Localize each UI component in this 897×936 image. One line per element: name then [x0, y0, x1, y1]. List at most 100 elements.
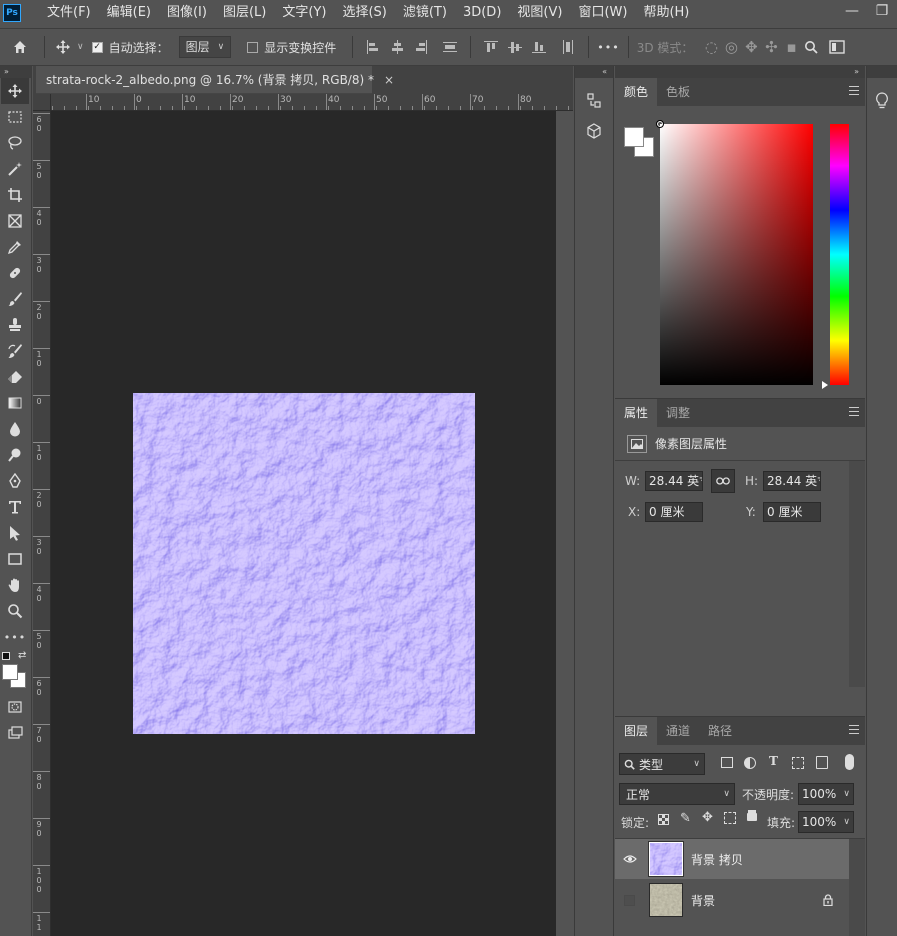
menu-file[interactable]: 文件(F) [39, 0, 99, 26]
distribute-vertical-icon[interactable] [561, 40, 575, 54]
panel-menu-icon[interactable] [849, 725, 859, 737]
close-tab-icon[interactable]: × [384, 73, 394, 87]
menu-help[interactable]: 帮助(H) [635, 0, 697, 26]
eyedropper-tool[interactable] [1, 234, 29, 260]
tab-swatches[interactable]: 色板 [657, 78, 699, 106]
swap-colors-icon[interactable]: ⇄ [18, 650, 26, 661]
link-dimensions-icon[interactable] [711, 469, 735, 493]
home-icon[interactable] [10, 37, 30, 57]
quick-mask-icon[interactable] [1, 694, 29, 720]
menu-3d[interactable]: 3D(D) [455, 0, 509, 26]
menu-filter[interactable]: 滤镜(T) [395, 0, 455, 26]
brush-tool[interactable] [1, 286, 29, 312]
panel-menu-icon[interactable] [849, 407, 859, 419]
eraser-tool[interactable] [1, 364, 29, 390]
horizontal-ruler[interactable]: 10 0 10 20 30 40 50 60 70 80 [51, 94, 573, 111]
width-input[interactable]: 28.44 英寸 [645, 471, 703, 491]
lock-all-icon[interactable] [747, 813, 757, 821]
align-hcenter-icon[interactable] [390, 40, 404, 54]
foreground-color-swatch[interactable] [2, 664, 18, 680]
lock-artboard-icon[interactable] [724, 812, 736, 824]
history-panel-icon[interactable] [575, 86, 613, 116]
slide-3d-icon[interactable]: ✣ [761, 37, 781, 57]
vertical-ruler[interactable]: 605040302010010203040506070809010011 [33, 111, 51, 936]
canvas-area[interactable] [51, 111, 556, 936]
color-picker-marker[interactable] [656, 120, 664, 128]
tab-color[interactable]: 颜色 [615, 78, 658, 106]
visibility-toggle-empty[interactable] [624, 895, 635, 906]
pan-3d-icon[interactable]: ✥ [741, 37, 761, 57]
edit-toolbar-icon[interactable]: ••• [1, 624, 29, 650]
3d-panel-icon[interactable] [575, 116, 613, 146]
properties-scrollbar[interactable] [849, 461, 865, 687]
healing-brush-tool[interactable] [1, 260, 29, 286]
layer-thumbnail[interactable] [649, 883, 683, 917]
screen-mode-icon[interactable] [1, 720, 29, 746]
x-position-input[interactable]: 0 厘米 [645, 502, 703, 522]
distribute-icon[interactable] [443, 40, 458, 54]
height-input[interactable]: 28.44 英寸 [763, 471, 821, 491]
lock-transparent-icon[interactable] [658, 814, 669, 825]
layer-name[interactable]: 背景 [691, 892, 715, 909]
hand-tool[interactable] [1, 572, 29, 598]
menu-window[interactable]: 窗口(W) [570, 0, 635, 26]
tab-paths[interactable]: 路径 [699, 717, 741, 745]
menu-edit[interactable]: 编辑(E) [99, 0, 159, 26]
tab-channels[interactable]: 通道 [657, 717, 699, 745]
roll-3d-icon[interactable]: ◎ [721, 37, 741, 57]
layer-filter-dropdown[interactable]: 类型 ∨ [619, 753, 705, 775]
filter-shape-icon[interactable] [792, 757, 804, 769]
tab-adjustments[interactable]: 调整 [657, 399, 699, 427]
visibility-eye-icon[interactable] [623, 854, 637, 864]
filter-adjustment-icon[interactable] [744, 757, 756, 769]
layers-scrollbar[interactable] [849, 839, 865, 936]
collapse-strip-icon[interactable]: « [575, 66, 613, 78]
marquee-tool[interactable] [1, 104, 29, 130]
orbit-3d-icon[interactable]: ◌ [701, 37, 721, 57]
move-tool[interactable] [1, 78, 29, 104]
opacity-input[interactable]: 100% ∨ [798, 783, 854, 805]
menu-type[interactable]: 文字(Y) [274, 0, 334, 26]
blend-mode-dropdown[interactable]: 正常 ∨ [619, 783, 735, 805]
learn-lightbulb-icon[interactable] [867, 86, 897, 116]
collapse-panels-icon[interactable]: » [615, 66, 865, 78]
filter-smart-object-icon[interactable] [816, 756, 828, 769]
lock-image-pixels-icon[interactable]: ✎ [680, 811, 691, 826]
document-scrollbar[interactable] [556, 111, 573, 936]
show-transform-checkbox[interactable] [247, 41, 259, 53]
align-top-icon[interactable] [484, 40, 499, 54]
collapse-toolbar-icon[interactable]: » [0, 66, 31, 78]
gradient-tool[interactable] [1, 390, 29, 416]
menu-view[interactable]: 视图(V) [509, 0, 570, 26]
filter-pixel-icon[interactable] [721, 757, 733, 768]
color-picker-field[interactable] [656, 120, 813, 385]
tab-properties[interactable]: 属性 [615, 399, 658, 427]
rectangle-tool[interactable] [1, 546, 29, 572]
document-image-normal-map[interactable] [133, 393, 475, 734]
layer-name[interactable]: 背景 拷贝 [691, 851, 743, 868]
layer-row[interactable]: 背景 拷贝 [615, 839, 849, 879]
layer-thumbnail[interactable] [648, 841, 684, 877]
panel-menu-icon[interactable] [849, 86, 859, 98]
foreground-color-chip[interactable] [624, 127, 644, 147]
lasso-tool[interactable] [1, 130, 29, 156]
zoom-tool[interactable] [1, 598, 29, 624]
path-selection-tool[interactable] [1, 520, 29, 546]
menu-image[interactable]: 图像(I) [159, 0, 215, 26]
align-left-icon[interactable] [366, 40, 380, 54]
y-position-input[interactable]: 0 厘米 [763, 502, 821, 522]
default-colors-icon[interactable] [2, 652, 10, 660]
blur-tool[interactable] [1, 416, 29, 442]
restore-button[interactable]: ❐ [867, 0, 897, 22]
fill-input[interactable]: 100% ∨ [798, 811, 854, 833]
layer-row[interactable]: 背景 [615, 880, 849, 920]
move-tool-icon[interactable] [53, 37, 73, 57]
tab-layers[interactable]: 图层 [615, 717, 658, 745]
scale-3d-icon[interactable]: ▪ [781, 37, 801, 57]
crop-tool[interactable] [1, 182, 29, 208]
align-right-icon[interactable] [414, 40, 428, 54]
magic-wand-tool[interactable] [1, 156, 29, 182]
more-options-button[interactable]: ••• [597, 41, 619, 54]
minimize-button[interactable]: — [837, 0, 867, 22]
align-vcenter-icon[interactable] [508, 40, 523, 54]
